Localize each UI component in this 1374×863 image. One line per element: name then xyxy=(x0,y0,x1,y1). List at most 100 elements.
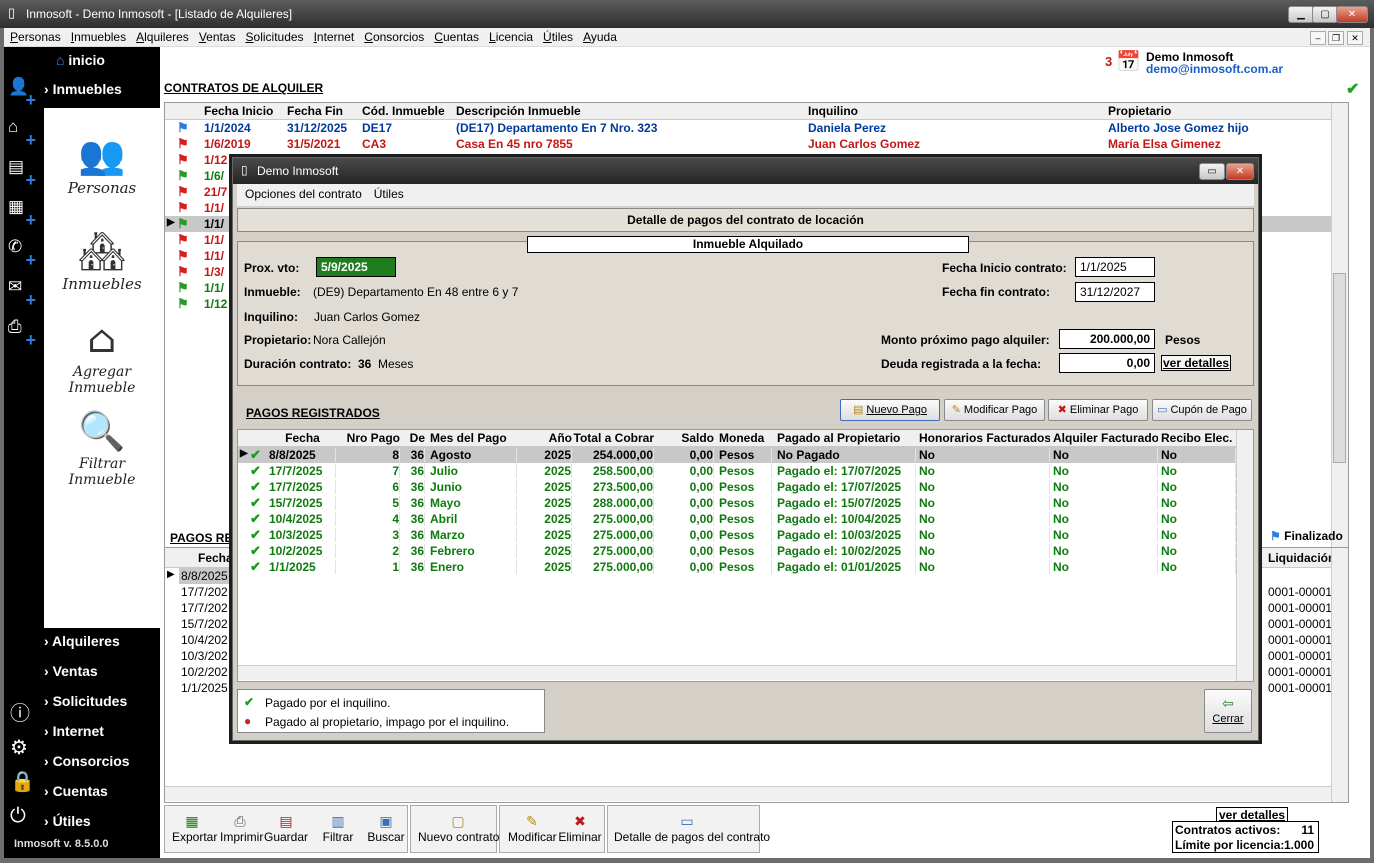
table-cell[interactable]: 17/7/202 xyxy=(178,601,228,615)
toolbar-button-7[interactable]: ✖ Eliminar xyxy=(558,812,602,844)
table-cell[interactable]: 10/2/202 xyxy=(178,665,228,679)
pagos-vscrollbar[interactable] xyxy=(1236,430,1253,681)
add-whatsapp-icon[interactable]: ✆ + xyxy=(8,237,38,269)
column-header[interactable]: Descripción Inmueble xyxy=(453,104,803,118)
table-cell[interactable]: 10/4/202 xyxy=(178,633,228,647)
add-print-icon[interactable]: ⎙ + xyxy=(8,317,38,349)
column-header[interactable]: Fecha xyxy=(195,551,233,565)
table-row[interactable]: ▶ ✔ 8/8/2025 8 36 Agosto 2025 254.000,00 0,00 Pes… xyxy=(238,447,1236,463)
menu-licencia[interactable]: Licencia xyxy=(483,28,537,44)
dialog-button-1[interactable]: ✎ Modificar Pago xyxy=(944,399,1045,421)
sidebar-item-internet[interactable]: › Internet xyxy=(44,723,104,739)
table-row[interactable]: ✔ 10/4/2025 4 36 Abril 2025 275.000,00 0,00 Peso… xyxy=(238,511,1236,527)
column-header[interactable]: Nro Pago xyxy=(336,431,400,445)
column-header[interactable]: Total a Cobrar xyxy=(554,431,654,445)
close-dialog-button[interactable]: ⇦ Cerrar xyxy=(1204,689,1252,733)
ver-detalles-link[interactable]: ver detalles xyxy=(1161,355,1232,371)
table-row[interactable]: ✔ 17/7/2025 7 36 Julio 2025 258.500,00 0,00 Peso… xyxy=(238,463,1236,479)
table-row[interactable]: ⚑ 1/6/2019 31/5/2021 CA3 Casa En 45 nro 7855… xyxy=(165,136,1331,152)
sidebar-item-cuentas[interactable]: › Cuentas xyxy=(44,783,108,799)
column-header[interactable]: Recibo Elec. xyxy=(1158,431,1236,445)
table-row[interactable]: ✔ 1/1/2025 1 36 Enero 2025 275.000,00 0,00 Pesos… xyxy=(238,559,1236,575)
add-email-icon[interactable]: ✉ + xyxy=(8,277,38,309)
column-header[interactable]: Pagado al Propietario xyxy=(774,431,916,445)
column-header[interactable]: Fecha xyxy=(266,431,336,445)
column-header[interactable]: Propietario xyxy=(1105,104,1345,118)
menu-cuentas[interactable]: Cuentas xyxy=(428,28,483,44)
sidebar-item-ventas[interactable]: › Ventas xyxy=(44,663,98,679)
monto-field[interactable]: 200.000,00 xyxy=(1059,329,1155,349)
toolbar-button-1[interactable]: ⎙ Imprimir xyxy=(220,812,263,844)
add-document-icon[interactable]: ▤ + xyxy=(8,157,38,189)
column-header[interactable]: Cód. Inmueble xyxy=(359,104,449,118)
column-header[interactable]: Mes del Pago xyxy=(427,431,517,445)
toolbar-button-8[interactable]: ▭ Detalle de pagos del contrato xyxy=(614,812,770,844)
payments-vscrollbar[interactable] xyxy=(1331,548,1348,802)
dialog-button-3[interactable]: ▭ Cupón de Pago xyxy=(1152,399,1252,421)
calendar-clock-icon[interactable]: 📅 xyxy=(1116,49,1141,74)
toolbar-button-3[interactable]: ▥ Filtrar xyxy=(318,812,358,844)
user-email[interactable]: demo@inmosoft.com.ar xyxy=(1146,62,1283,76)
dialog-button-0[interactable]: ▤ Nuevo Pago xyxy=(840,399,940,421)
table-cell[interactable]: 8/8/2025 xyxy=(178,569,228,583)
dialog-menu-item[interactable]: Útiles xyxy=(366,184,408,201)
add-calendar-icon[interactable]: ▦ + xyxy=(8,197,38,229)
menu-ventas[interactable]: Ventas xyxy=(193,28,240,44)
dialog-maximize-button[interactable]: ▭ xyxy=(1199,163,1225,180)
add-person-icon[interactable]: 👤 + xyxy=(8,77,38,109)
column-header[interactable]: Alquiler Facturado xyxy=(1050,431,1158,445)
minimize-button[interactable]: ▁ xyxy=(1288,6,1314,23)
table-cell[interactable]: 10/3/202 xyxy=(178,649,228,663)
toolbar-button-6[interactable]: ✎ Modificar xyxy=(508,812,557,844)
column-header[interactable]: Fecha Fin xyxy=(284,104,356,118)
add-property-icon[interactable]: ⌂ + xyxy=(8,117,38,149)
menu-personas[interactable]: Personas xyxy=(4,28,65,44)
menu-útiles[interactable]: Útiles xyxy=(537,28,577,44)
dialog-button-2[interactable]: ✖ Eliminar Pago xyxy=(1048,399,1148,421)
column-header[interactable]: Inquilino xyxy=(805,104,1105,118)
sidebar-item-consorcios[interactable]: › Consorcios xyxy=(44,753,130,769)
mdi-minimize-button[interactable]: – xyxy=(1310,31,1326,45)
sidebar-item-solicitudes[interactable]: › Solicitudes xyxy=(44,693,127,709)
fecha-fin-field[interactable]: 31/12/2027 xyxy=(1075,282,1155,302)
gear-icon[interactable]: ⚙ xyxy=(10,735,28,760)
table-row[interactable]: ✔ 17/7/2025 6 36 Junio 2025 273.500,00 0,00 Peso… xyxy=(238,479,1236,495)
column-header[interactable]: De xyxy=(401,431,425,445)
dialog-menu-item[interactable]: Opciones del contrato xyxy=(237,184,366,201)
sidebar-item-útiles[interactable]: › Útiles xyxy=(44,813,91,829)
mdi-restore-button[interactable]: ❐ xyxy=(1328,31,1344,45)
toolbar-button-5[interactable]: ▢ Nuevo contrato xyxy=(418,812,499,844)
panel-item-filtrar-inmueble[interactable]: 🔍 Filtrar Inmueble xyxy=(44,406,160,488)
panel-item-personas[interactable]: 👥 Personas xyxy=(44,130,160,196)
table-row[interactable]: ✔ 10/3/2025 3 36 Marzo 2025 275.000,00 0,00 Peso… xyxy=(238,527,1236,543)
home-link[interactable]: ⌂ inicio xyxy=(56,52,105,68)
power-icon[interactable]: ⏻ xyxy=(10,805,26,828)
menu-inmuebles[interactable]: Inmuebles xyxy=(65,28,130,44)
table-row[interactable]: ⚑ 1/1/2024 31/12/2025 DE17 (DE17) Departamen… xyxy=(165,120,1331,136)
menu-internet[interactable]: Internet xyxy=(308,28,359,44)
contracts-scroll-thumb[interactable] xyxy=(1333,273,1346,463)
toolbar-button-4[interactable]: ▣ Buscar xyxy=(364,812,408,844)
pagos-hscrollbar[interactable] xyxy=(238,665,1236,680)
menu-alquileres[interactable]: Alquileres xyxy=(130,28,193,44)
column-header[interactable]: Fecha Inicio xyxy=(201,104,281,118)
column-header[interactable]: Saldo xyxy=(648,431,714,445)
panel-item-inmuebles[interactable]: 🏘 Inmuebles xyxy=(44,226,160,292)
menu-ayuda[interactable]: Ayuda xyxy=(577,28,621,44)
mdi-close-button[interactable]: ✕ xyxy=(1347,31,1363,45)
table-cell[interactable]: 15/7/202 xyxy=(178,617,228,631)
toolbar-button-0[interactable]: ▦ Exportar xyxy=(172,812,217,844)
help-icon[interactable]: ⓘ xyxy=(10,697,30,726)
maximize-button[interactable]: ▢ xyxy=(1312,6,1338,23)
table-row[interactable]: ✔ 15/7/2025 5 36 Mayo 2025 288.000,00 0,00 Pesos… xyxy=(238,495,1236,511)
column-header[interactable]: Honorarios Facturados xyxy=(916,431,1050,445)
fecha-inicio-field[interactable]: 1/1/2025 xyxy=(1075,257,1155,277)
sidebar-item-alquileres[interactable]: › Alquileres xyxy=(44,633,120,649)
table-row[interactable]: ✔ 10/2/2025 2 36 Febrero 2025 275.000,00 0,00 Pe… xyxy=(238,543,1236,559)
menu-consorcios[interactable]: Consorcios xyxy=(358,28,428,44)
deuda-field[interactable]: 0,00 xyxy=(1059,353,1155,373)
menu-solicitudes[interactable]: Solicitudes xyxy=(240,28,308,44)
lock-icon[interactable]: 🔒 xyxy=(10,769,35,794)
table-cell[interactable]: 1/1/2025 xyxy=(178,681,228,695)
panel-item-agregar-inmueble[interactable]: ⌂ Agregar Inmueble xyxy=(44,314,160,396)
